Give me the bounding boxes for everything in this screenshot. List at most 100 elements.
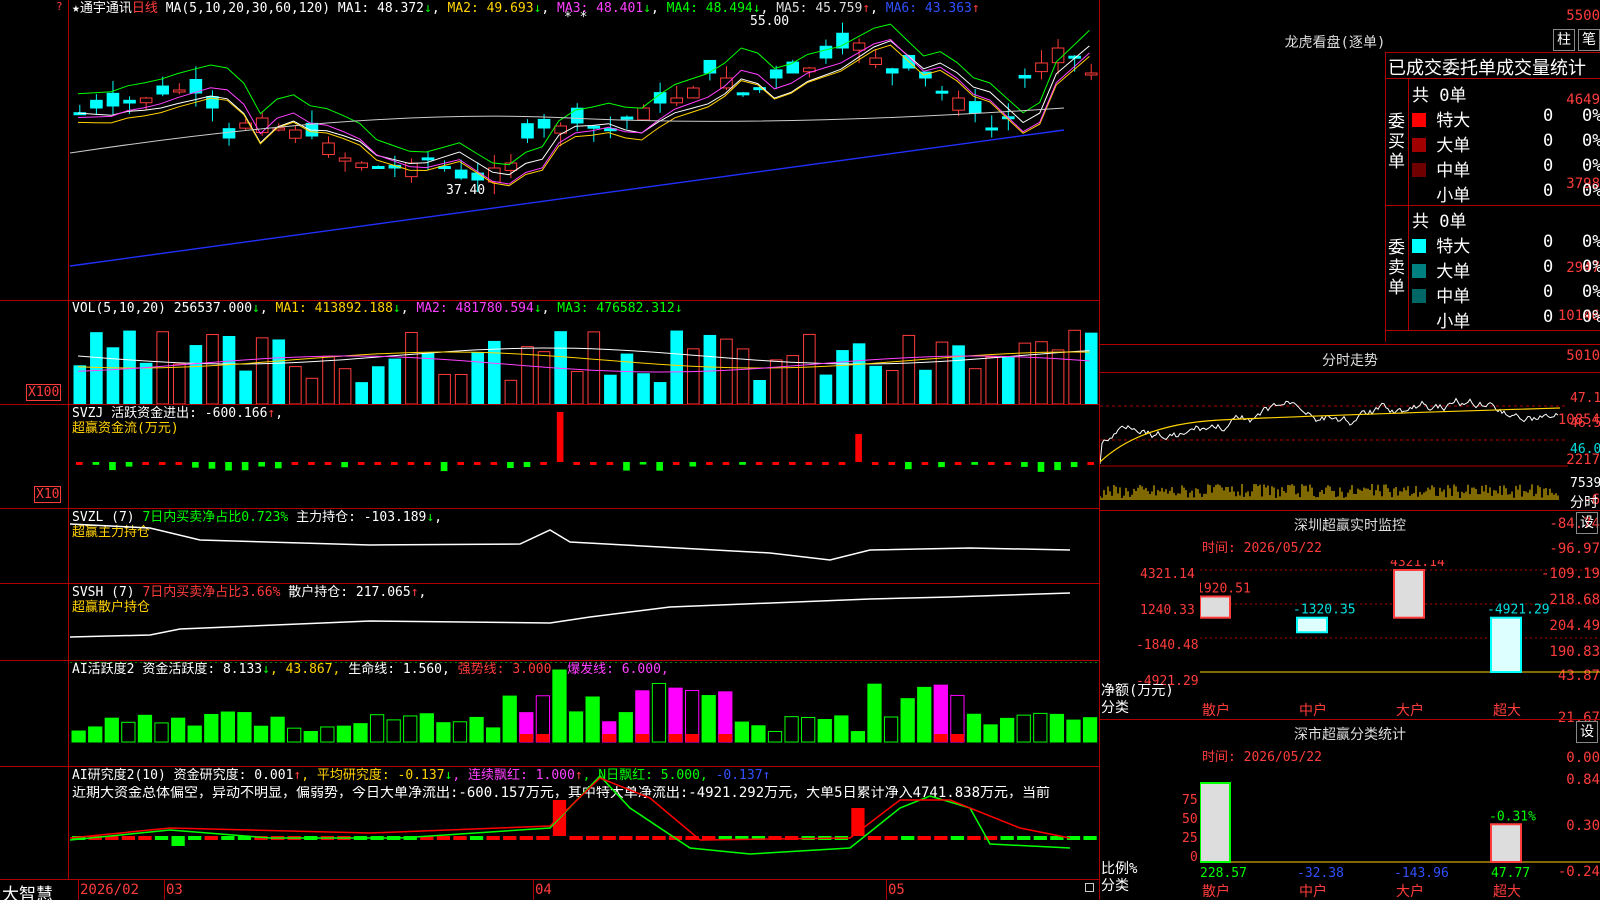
ai-res-bar <box>901 836 915 840</box>
vol-bar <box>670 330 684 404</box>
lhb-row-count: 0 <box>1543 232 1554 252</box>
candle-body <box>686 87 700 99</box>
lhb-row-count: 0 <box>1543 307 1554 327</box>
ma4-value: MA4: 48.494 <box>666 1 753 16</box>
stock-name: 通宇通讯 <box>79 1 132 16</box>
candle-body <box>819 45 833 59</box>
ai-act-bar <box>867 683 882 743</box>
svzj-bar <box>689 462 697 467</box>
svzj-bar <box>407 462 415 465</box>
lock-icon[interactable] <box>1085 883 1094 892</box>
lhb-row: 小单 0 0% <box>1412 181 1600 206</box>
classify-category: 中户 <box>1299 884 1327 900</box>
classify-tick-3: 0 <box>1190 850 1198 865</box>
volume-chart[interactable] <box>70 316 1098 404</box>
ma1-value: MA1: 48.372 <box>337 1 424 16</box>
candle-body <box>537 118 551 129</box>
lhb-row-label: 特大 <box>1426 237 1471 257</box>
vol-bar <box>222 335 236 404</box>
vol-bar <box>537 351 551 404</box>
svzj-bar <box>341 462 348 468</box>
vol-ma1-arrow-icon: ↓ <box>392 301 401 316</box>
svsh-chart[interactable] <box>70 585 1098 660</box>
svzj-bar <box>606 462 614 465</box>
svzj-bar <box>208 462 216 469</box>
lhb-row: 中单 0 0% <box>1412 282 1600 307</box>
ma6-line <box>70 129 1065 267</box>
color-swatch <box>1412 264 1426 278</box>
ai-res-bar <box>586 836 600 840</box>
vol-bar <box>587 331 601 404</box>
lhb-row: 中单 0 0% <box>1412 156 1600 181</box>
vol-bar <box>471 352 485 404</box>
intraday-tick-0: 47.11 <box>1570 391 1600 406</box>
svzj-bar <box>905 462 912 470</box>
star-icon[interactable]: ★ <box>72 1 80 16</box>
series-line <box>70 523 1071 561</box>
buy-total: 共 0单 <box>1412 86 1467 106</box>
svzj-bar <box>805 462 813 465</box>
ai-res-bar <box>619 836 633 840</box>
lhb-row-pct: 0% <box>1582 232 1600 252</box>
intraday-tick-2: 46.07 <box>1570 442 1600 457</box>
ma1-arrow-icon: ↓ <box>423 1 432 16</box>
ai-act-bar <box>784 716 799 743</box>
intraday-chart[interactable] <box>1100 374 1568 508</box>
vol-bar <box>686 348 700 404</box>
lhb-row-count: 0 <box>1543 131 1554 151</box>
vol-bar <box>1068 329 1081 404</box>
candle-body <box>371 166 385 170</box>
monitor-chart[interactable]: 1920.51 -1320.35 4321.14 -4921.29 <box>1200 560 1600 700</box>
svzj-bar <box>938 462 945 468</box>
vol-bar <box>438 373 451 404</box>
svzj-bar <box>391 462 398 465</box>
brand-logo[interactable]: 大智慧 <box>2 880 53 900</box>
ai-res-bar <box>652 836 666 840</box>
svzl-chart[interactable] <box>70 510 1098 583</box>
lhb-header: 已成交委托单成交量统计 <box>1388 58 1586 79</box>
candle-body <box>123 99 136 104</box>
vol-bar <box>819 374 833 404</box>
ai-act-bar <box>220 711 235 743</box>
vol-bar <box>604 374 617 404</box>
classify-category: 超大 <box>1493 884 1521 900</box>
vol-legend: VOL(5,10,20) 256537.000↓, MA1: 413892.18… <box>72 301 683 316</box>
ai-act-bar <box>137 714 153 743</box>
date-axis-0: 2026/02 <box>80 882 140 898</box>
svzj-bar <box>1004 462 1012 465</box>
kline-chart[interactable] <box>70 18 1098 298</box>
close-icon[interactable]: ? <box>56 0 63 13</box>
classify-settings-button[interactable]: 设 <box>1576 721 1598 743</box>
candle-body <box>222 128 236 139</box>
ai-activity-chart[interactable] <box>70 662 1098 766</box>
intraday-unit[interactable]: 分时 <box>1570 492 1598 512</box>
bar-mode-button[interactable]: 柱 <box>1553 29 1575 51</box>
ai-act-bar <box>1049 713 1065 743</box>
ai-act-bar <box>469 716 484 743</box>
candle-body <box>736 92 750 96</box>
svzj-bar <box>142 462 149 465</box>
monitor-settings-button[interactable]: 设 <box>1576 512 1598 534</box>
monitor-xlabel: 分类 <box>1101 700 1129 716</box>
ma-line <box>77 40 1090 176</box>
ai-res-bar <box>934 836 948 840</box>
ai-act-bar <box>817 719 832 743</box>
vol-bar <box>869 365 882 404</box>
ai-act-bar <box>767 730 783 743</box>
vol-bar <box>902 334 916 404</box>
classify-category: 大户 <box>1396 884 1424 900</box>
lhb-row-label: 小单 <box>1426 312 1471 332</box>
intraday-price-line <box>1100 397 1559 465</box>
vol-ma2-arrow-icon: ↓ <box>533 301 542 316</box>
svzj-bar <box>639 462 647 465</box>
tick-mode-button[interactable]: 笔 <box>1578 29 1600 51</box>
date-axis-1: 03 <box>166 882 183 898</box>
svzj-chart[interactable] <box>70 406 1098 508</box>
ai-res-bar <box>154 836 169 840</box>
ai-res-bar <box>967 836 981 840</box>
ai-act-bar <box>701 695 716 743</box>
period-label[interactable]: 日线 <box>132 1 158 16</box>
ai-research-chart[interactable] <box>70 768 1098 879</box>
monitor-category: 中户 <box>1299 703 1327 719</box>
vol-bar <box>106 347 120 404</box>
